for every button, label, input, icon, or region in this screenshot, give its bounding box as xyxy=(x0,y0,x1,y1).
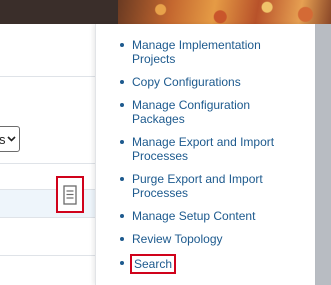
chevron-down-icon xyxy=(7,136,16,142)
bullet xyxy=(120,43,124,47)
select-value: s xyxy=(0,132,6,147)
bullet xyxy=(120,237,124,241)
bullet xyxy=(120,214,124,218)
tasks-list-button[interactable] xyxy=(56,176,84,213)
document-list-icon xyxy=(63,184,77,205)
background-page xyxy=(0,24,95,285)
bullet xyxy=(120,103,124,107)
select-dropdown[interactable]: s xyxy=(0,126,20,152)
bullet xyxy=(120,140,124,144)
divider xyxy=(0,217,95,218)
divider xyxy=(0,163,95,164)
banner-artwork xyxy=(118,0,331,24)
tasks-menu-popup: Manage Implementation Projects Copy Conf… xyxy=(95,24,315,285)
header-banner xyxy=(0,0,331,24)
bullet xyxy=(120,80,124,84)
divider xyxy=(0,255,95,256)
scrollbar[interactable] xyxy=(315,24,331,285)
search-link[interactable]: Search xyxy=(130,254,177,274)
bullet xyxy=(120,261,124,265)
bullet xyxy=(120,177,124,181)
divider xyxy=(0,76,95,77)
